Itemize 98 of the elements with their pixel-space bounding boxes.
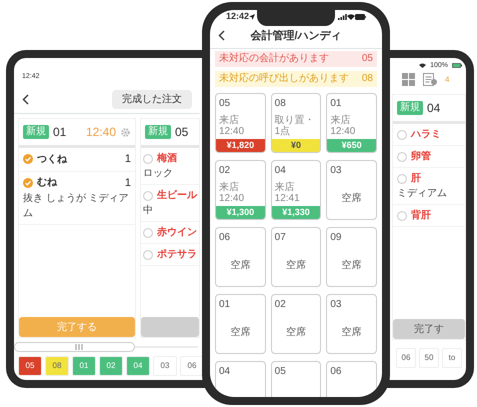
item-name: ハラミ <box>411 128 441 142</box>
table-button[interactable]: 06 <box>180 356 204 376</box>
item-quantity: 1 <box>124 176 131 190</box>
signal-icon <box>338 14 347 20</box>
table-card[interactable]: 08 取り置・1点 ¥0 <box>270 93 322 153</box>
table-number: 07 <box>274 231 287 245</box>
wifi-icon <box>347 14 355 20</box>
item-name: 背肝 <box>411 208 431 223</box>
table-number: 05 <box>218 97 232 111</box>
table-button[interactable]: 03 <box>153 356 177 376</box>
table-number: 03 <box>329 298 342 312</box>
table-detail: 来店 12:40 <box>329 115 356 137</box>
order-time: 12:40 <box>86 124 116 141</box>
battery-icon <box>355 14 366 20</box>
table-number: 02 <box>218 164 232 178</box>
table-card[interactable]: 02 空席 <box>270 294 322 354</box>
receipt-icon[interactable] <box>423 73 437 86</box>
grid-icon[interactable] <box>402 73 415 86</box>
table-number: 05 <box>274 365 287 379</box>
table-card[interactable]: 04 来店 12:41 ¥1,330 <box>270 160 322 220</box>
vacant-label: 空席 <box>286 326 306 340</box>
alert-count: 08 <box>362 73 373 85</box>
alert-count: 05 <box>362 53 373 65</box>
table-detail: 取り置・1点 <box>274 115 316 137</box>
checkbox[interactable] <box>23 154 33 164</box>
table-number: 09 <box>329 231 342 245</box>
wifi-icon <box>419 63 426 68</box>
item-note: ロック <box>143 167 174 181</box>
settings-icon[interactable] <box>120 126 131 138</box>
table-number: 01 <box>218 298 232 312</box>
new-badge: 新規 <box>145 125 171 139</box>
table-number: 04 <box>427 100 440 117</box>
table-card[interactable]: 09 空席 <box>326 227 377 287</box>
table-card[interactable]: 07 空席 <box>270 227 322 287</box>
item-name: 赤ウイン <box>157 226 197 240</box>
table-detail: 来店 12:40 <box>218 115 246 137</box>
back-icon[interactable] <box>22 94 29 105</box>
vacant-label: 空席 <box>342 258 362 273</box>
item-name: 梅酒 <box>157 152 177 166</box>
table-card[interactable]: 03 空席 <box>326 160 377 220</box>
table-detail: 来店 12:41 <box>274 182 301 204</box>
table-button[interactable]: 08 <box>45 356 69 376</box>
item-name: ポテサラ <box>157 248 197 262</box>
table-card[interactable]: 04 <box>215 361 266 397</box>
table-number: 03 <box>329 164 342 178</box>
table-button[interactable]: 06 <box>396 348 416 368</box>
checkbox[interactable] <box>23 178 33 188</box>
table-number: 06 <box>218 231 232 245</box>
item-name: 卵管 <box>411 150 431 164</box>
segment-tab[interactable]: 完成した注文 <box>112 90 192 109</box>
vacant-label: 空席 <box>342 192 362 206</box>
item-name: 肝 <box>411 172 421 186</box>
vacant-label: 空席 <box>230 258 250 273</box>
item-note: ミディアム <box>397 187 448 201</box>
table-number: 08 <box>274 97 287 111</box>
table-button[interactable]: to <box>442 348 462 368</box>
amount-bar: ¥1,300 <box>216 206 265 219</box>
table-number: 02 <box>274 298 287 312</box>
table-number: 05 <box>175 124 188 141</box>
table-number: 01 <box>53 124 66 141</box>
alert-text: 未対応の会計があります <box>219 53 329 65</box>
table-number: 04 <box>218 365 232 379</box>
item-quantity: 1 <box>124 152 131 167</box>
table-number: 01 <box>329 97 342 111</box>
table-card[interactable]: 06 <box>326 361 377 397</box>
table-card[interactable]: 01 空席 <box>215 294 266 354</box>
item-note: 抜き しょうが ミディアム <box>23 192 130 221</box>
table-card[interactable]: 01 来店 12:40 ¥650 <box>326 93 377 153</box>
table-button[interactable]: 05 <box>18 356 42 376</box>
table-button[interactable]: 50 <box>419 348 439 368</box>
table-card[interactable]: 06 空席 <box>215 227 266 287</box>
amount-bar: ¥650 <box>327 139 376 152</box>
table-card[interactable]: 05 <box>270 361 322 397</box>
item-note: 中 <box>143 204 154 218</box>
pending-count: 4 <box>445 74 450 86</box>
status-time: 12:42 <box>226 10 250 23</box>
table-card[interactable]: 03 空席 <box>326 294 377 354</box>
amount-bar: ¥0 <box>272 139 320 152</box>
new-badge: 新規 <box>23 125 49 139</box>
amount-bar: ¥1,330 <box>272 206 320 219</box>
alert-text: 未対応の呼び出しがあります <box>219 73 349 85</box>
vacant-label: 空席 <box>342 326 362 340</box>
table-number: 06 <box>329 365 342 379</box>
item-name: つくね <box>37 152 67 167</box>
vacant-label: 空席 <box>286 258 306 273</box>
table-card[interactable]: 05 来店 12:40 ¥1,820 <box>215 93 266 153</box>
table-detail: 来店 12:40 <box>218 182 246 204</box>
table-card[interactable]: 02 来店 12:40 ¥1,300 <box>215 160 266 220</box>
item-name: 生ビール <box>157 188 197 203</box>
back-icon[interactable] <box>218 30 225 42</box>
table-number: 04 <box>274 164 287 178</box>
vacant-label: 空席 <box>230 326 250 340</box>
screen-title: 会計管理/ハンディ <box>250 28 342 44</box>
battery-icon <box>452 63 462 68</box>
location-icon <box>249 14 256 20</box>
item-name: むね <box>37 176 57 190</box>
amount-bar: ¥1,820 <box>216 139 265 152</box>
new-badge: 新規 <box>397 101 423 115</box>
